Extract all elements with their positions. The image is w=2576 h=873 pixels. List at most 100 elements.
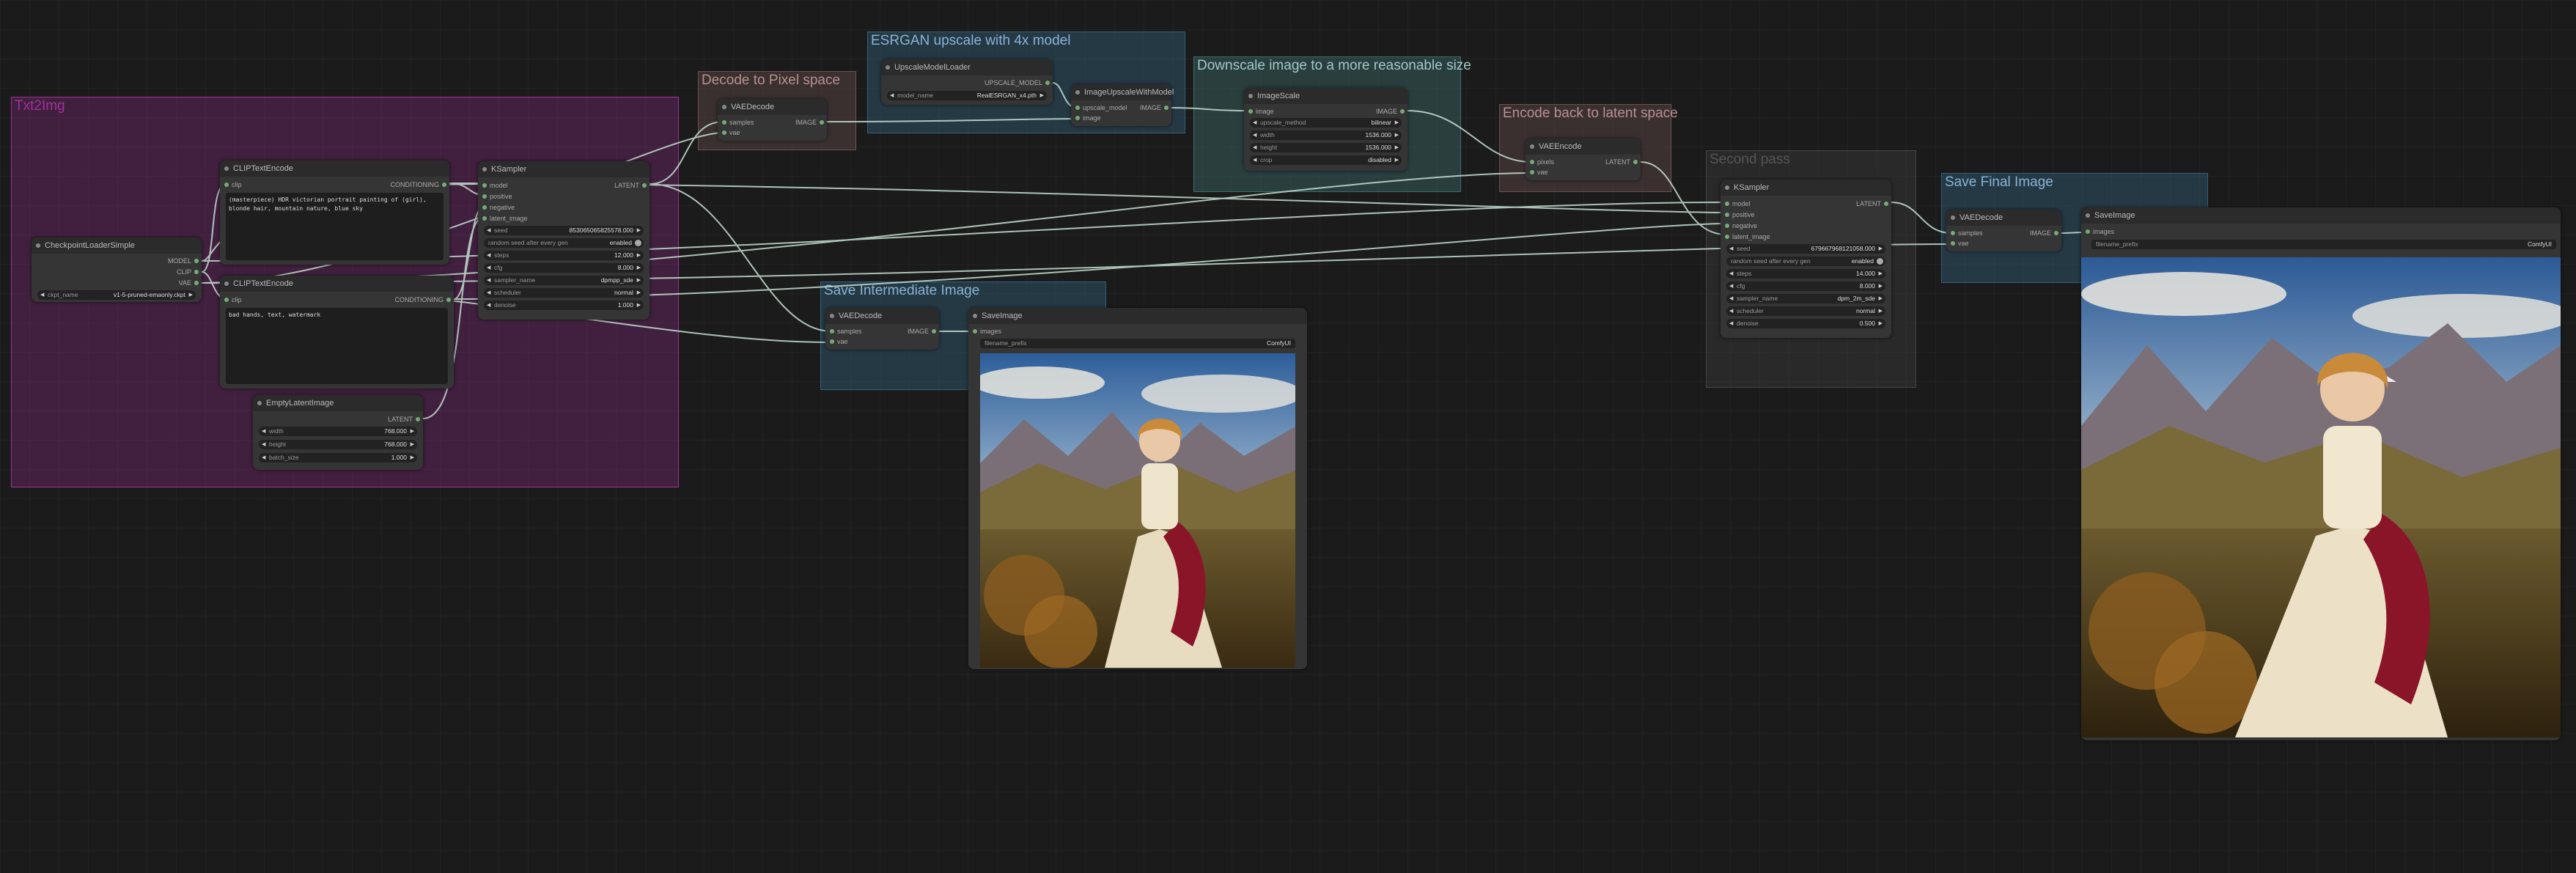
seed-widget[interactable]: seed 853065065825578.000 (484, 226, 644, 235)
input-latent-image[interactable]: latent_image (482, 215, 528, 222)
input-image[interactable]: image (1075, 114, 1101, 122)
output-vae[interactable]: VAE (179, 279, 199, 287)
intermediate-preview-image[interactable] (980, 353, 1295, 668)
node-upscale-model-loader[interactable]: UpscaleModelLoader UPSCALE_MODEL model_n… (881, 59, 1053, 105)
output-latent[interactable]: LATENT (1605, 158, 1638, 166)
input-upscale-model[interactable]: upscale_model (1075, 104, 1127, 111)
widget-value: 0.500 (1859, 320, 1875, 327)
output-image[interactable]: IMAGE (795, 119, 825, 126)
node-image-scale[interactable]: ImageScale image IMAGE upscale_method bil… (1244, 88, 1407, 171)
node-ksampler-1[interactable]: KSampler model positive negative latent_… (478, 161, 649, 320)
width-widget[interactable]: width 768.000 (259, 427, 417, 436)
node-vae-decode-final[interactable]: VAEDecode samples vae IMAGE (1946, 210, 2061, 251)
input-vae[interactable]: vae (1951, 240, 1969, 247)
node-title[interactable]: KSampler (478, 161, 649, 177)
node-ksampler-2[interactable]: KSampler model positive negative latent_… (1721, 180, 1891, 338)
output-upscale-model[interactable]: UPSCALE_MODEL (985, 79, 1050, 86)
node-title[interactable]: CheckpointLoaderSimple (32, 237, 202, 254)
input-positive[interactable]: positive (482, 193, 512, 200)
batch-size-widget[interactable]: batch_size 1.000 (259, 453, 417, 463)
output-clip[interactable]: CLIP (177, 268, 199, 276)
sampler-name-combo[interactable]: sampler_name dpm_2m_sde (1726, 294, 1885, 303)
node-title[interactable]: ImageUpscaleWithModel (1071, 84, 1174, 100)
input-model[interactable]: model (482, 182, 508, 189)
input-images[interactable]: images (2086, 228, 2114, 235)
node-title[interactable]: SaveImage (2081, 207, 2561, 224)
input-vae[interactable]: vae (1530, 169, 1548, 176)
width-widget[interactable]: width 1536.000 (1250, 130, 1402, 140)
node-title[interactable]: CLIPTextEncode (220, 276, 454, 292)
input-latent-image[interactable]: latent_image (1725, 233, 1770, 240)
node-clip-text-encode-positive[interactable]: CLIPTextEncode clip CONDITIONING (master… (220, 161, 449, 265)
output-image[interactable]: IMAGE (908, 328, 937, 335)
input-positive[interactable]: positive (1725, 211, 1755, 218)
crop-combo[interactable]: crop disabled (1250, 155, 1402, 165)
filename-prefix-field[interactable]: filename_prefix ComfyUI (980, 339, 1295, 348)
steps-widget[interactable]: steps 12.000 (484, 251, 644, 260)
input-negative[interactable]: negative (1725, 222, 1757, 229)
node-title[interactable]: CLIPTextEncode (220, 161, 449, 177)
input-vae[interactable]: vae (722, 129, 740, 136)
input-samples[interactable]: samples (722, 119, 754, 126)
upscale-method-combo[interactable]: upscale_method bilinear (1250, 118, 1402, 128)
widget-label: batch_size (269, 454, 299, 461)
output-image[interactable]: IMAGE (1376, 108, 1405, 115)
node-checkpoint-loader[interactable]: CheckpointLoaderSimple MODEL CLIP VAE ck… (32, 237, 202, 302)
input-samples[interactable]: samples (830, 328, 862, 335)
input-pixels[interactable]: pixels (1530, 158, 1554, 166)
node-title[interactable]: KSampler (1721, 180, 1891, 196)
denoise-widget[interactable]: denoise 1.000 (484, 301, 644, 310)
input-image[interactable]: image (1248, 108, 1274, 115)
cfg-widget[interactable]: cfg 8.000 (1726, 281, 1885, 291)
output-image[interactable]: IMAGE (2030, 229, 2059, 237)
input-images[interactable]: images (973, 328, 1001, 335)
node-save-image-final[interactable]: SaveImage images filename_prefix ComfyUI (2081, 207, 2561, 740)
random-seed-toggle[interactable]: random seed after every gen enabled (1726, 257, 1885, 266)
input-clip[interactable]: clip (224, 181, 242, 188)
node-title[interactable]: EmptyLatentImage (253, 395, 423, 411)
input-model[interactable]: model (1725, 200, 1751, 207)
height-widget[interactable]: height 1536.000 (1250, 143, 1402, 152)
output-conditioning[interactable]: CONDITIONING (395, 296, 452, 303)
node-title[interactable]: UpscaleModelLoader (881, 59, 1053, 75)
filename-prefix-field[interactable]: filename_prefix ComfyUI (2091, 240, 2556, 249)
output-latent[interactable]: LATENT (614, 182, 647, 189)
sampler-name-combo[interactable]: sampler_name dpmpp_sde (484, 276, 644, 285)
node-vae-decode-intermediate[interactable]: VAEDecode samples vae IMAGE (825, 308, 939, 350)
final-preview-image[interactable] (2081, 257, 2561, 737)
node-title[interactable]: ImageScale (1244, 88, 1407, 104)
ckpt-name-combo[interactable]: ckpt_name v1-5-pruned-emaonly.ckpt (37, 290, 196, 300)
node-empty-latent-image[interactable]: EmptyLatentImage LATENT width 768.000 he… (253, 395, 423, 470)
node-graph-canvas[interactable]: Txt2Img Decode to Pixel space ESRGAN ups… (0, 0, 2576, 873)
input-clip[interactable]: clip (224, 296, 242, 303)
node-title[interactable]: VAEDecode (718, 99, 827, 115)
denoise-widget[interactable]: denoise 0.500 (1726, 319, 1885, 328)
seed-widget[interactable]: seed 679667968121058.000 (1726, 244, 1885, 254)
output-conditioning[interactable]: CONDITIONING (391, 181, 447, 188)
node-image-upscale-with-model[interactable]: ImageUpscaleWithModel upscale_model imag… (1071, 84, 1174, 126)
steps-widget[interactable]: steps 14.000 (1726, 269, 1885, 279)
positive-prompt-textarea[interactable]: (masterpiece) HDR victorian portrait pai… (226, 193, 444, 260)
node-title[interactable]: VAEDecode (825, 308, 939, 324)
node-title[interactable]: VAEDecode (1946, 210, 2061, 226)
node-vae-encode[interactable]: VAEEncode pixels vae LATENT (1526, 139, 1641, 180)
node-vae-decode-1[interactable]: VAEDecode samples vae IMAGE (718, 99, 827, 141)
output-image[interactable]: IMAGE (1140, 104, 1169, 111)
node-save-image-intermediate[interactable]: SaveImage images filename_prefix ComfyUI (968, 308, 1307, 669)
height-widget[interactable]: height 768.000 (259, 440, 417, 449)
input-vae[interactable]: vae (830, 338, 848, 345)
node-title[interactable]: VAEEncode (1526, 139, 1641, 155)
model-name-combo[interactable]: model_name RealESRGAN_x4.pth (887, 91, 1047, 100)
input-negative[interactable]: negative (482, 204, 515, 211)
output-latent[interactable]: LATENT (388, 416, 420, 423)
scheduler-combo[interactable]: scheduler normal (484, 288, 644, 298)
output-model[interactable]: MODEL (168, 257, 199, 265)
negative-prompt-textarea[interactable]: bad hands, text, watermark (226, 308, 448, 384)
random-seed-toggle[interactable]: random seed after every gen enabled (484, 238, 644, 248)
output-latent[interactable]: LATENT (1856, 200, 1888, 207)
input-samples[interactable]: samples (1951, 229, 1983, 237)
node-title[interactable]: SaveImage (968, 308, 1307, 324)
node-clip-text-encode-negative[interactable]: CLIPTextEncode clip CONDITIONING bad han… (220, 276, 454, 388)
scheduler-combo[interactable]: scheduler normal (1726, 306, 1885, 316)
cfg-widget[interactable]: cfg 8.000 (484, 263, 644, 273)
